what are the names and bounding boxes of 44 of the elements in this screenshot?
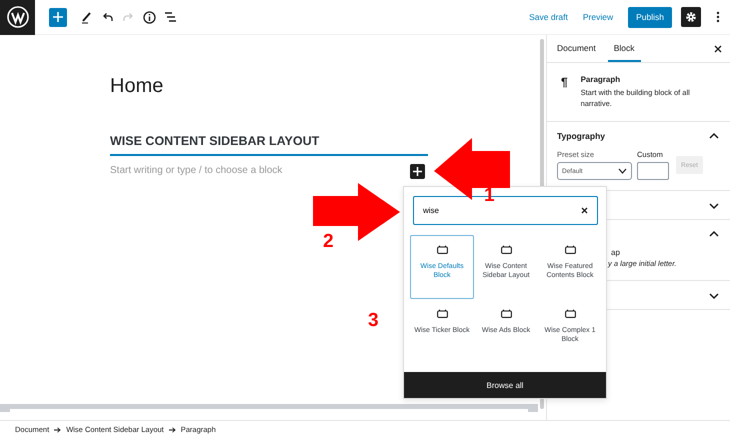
paragraph-icon: ¶	[561, 75, 581, 109]
more-icon	[716, 11, 720, 23]
panel-title: Typography	[557, 131, 606, 141]
block-icon	[436, 245, 448, 254]
save-draft-button[interactable]: Save draft	[529, 12, 568, 22]
wordpress-logo[interactable]	[0, 0, 35, 34]
chevron-up-icon	[708, 228, 720, 240]
chevron-up-icon	[708, 130, 720, 142]
settings-button[interactable]	[681, 7, 701, 27]
custom-size-input[interactable]	[637, 162, 669, 180]
undo-icon	[100, 11, 114, 23]
info-icon	[142, 10, 156, 24]
sidebar-tab[interactable]: Document	[551, 35, 602, 62]
post-title[interactable]: Home	[110, 75, 428, 98]
arrow-right-icon	[54, 426, 62, 432]
toggle-label: ap	[611, 248, 620, 257]
arrow-right-icon	[168, 426, 176, 432]
preview-button[interactable]: Preview	[582, 12, 614, 22]
step-number: 2	[323, 232, 334, 251]
block-icon	[436, 309, 448, 318]
block-name: Paragraph	[580, 75, 622, 84]
heading-block[interactable]: WISE CONTENT SIDEBAR LAYOUT	[110, 134, 428, 156]
block-icon	[564, 245, 576, 254]
clear-search-button[interactable]	[581, 207, 588, 214]
close-icon	[581, 207, 588, 214]
add-block-button[interactable]	[410, 164, 425, 179]
gear-icon	[685, 11, 697, 23]
browse-all-button[interactable]: Browse all	[404, 372, 606, 398]
redo-icon	[122, 11, 134, 23]
block-icon	[500, 245, 512, 254]
outline-icon	[164, 11, 176, 23]
add-block-icon	[52, 11, 64, 23]
block-icon	[500, 309, 512, 318]
edit-icon	[80, 10, 92, 24]
plus-icon	[413, 167, 422, 176]
chevron-down-icon	[618, 167, 627, 175]
wordpress-logo-icon	[6, 6, 28, 28]
close-icon	[714, 44, 722, 52]
sidebar-tab[interactable]: Block	[608, 35, 641, 62]
publish-button[interactable]: Publish	[628, 6, 672, 28]
panel-toggle[interactable]	[708, 130, 720, 142]
block-icon	[564, 309, 576, 318]
panel-toggle[interactable]	[708, 228, 720, 240]
step-number: 3	[368, 311, 379, 330]
